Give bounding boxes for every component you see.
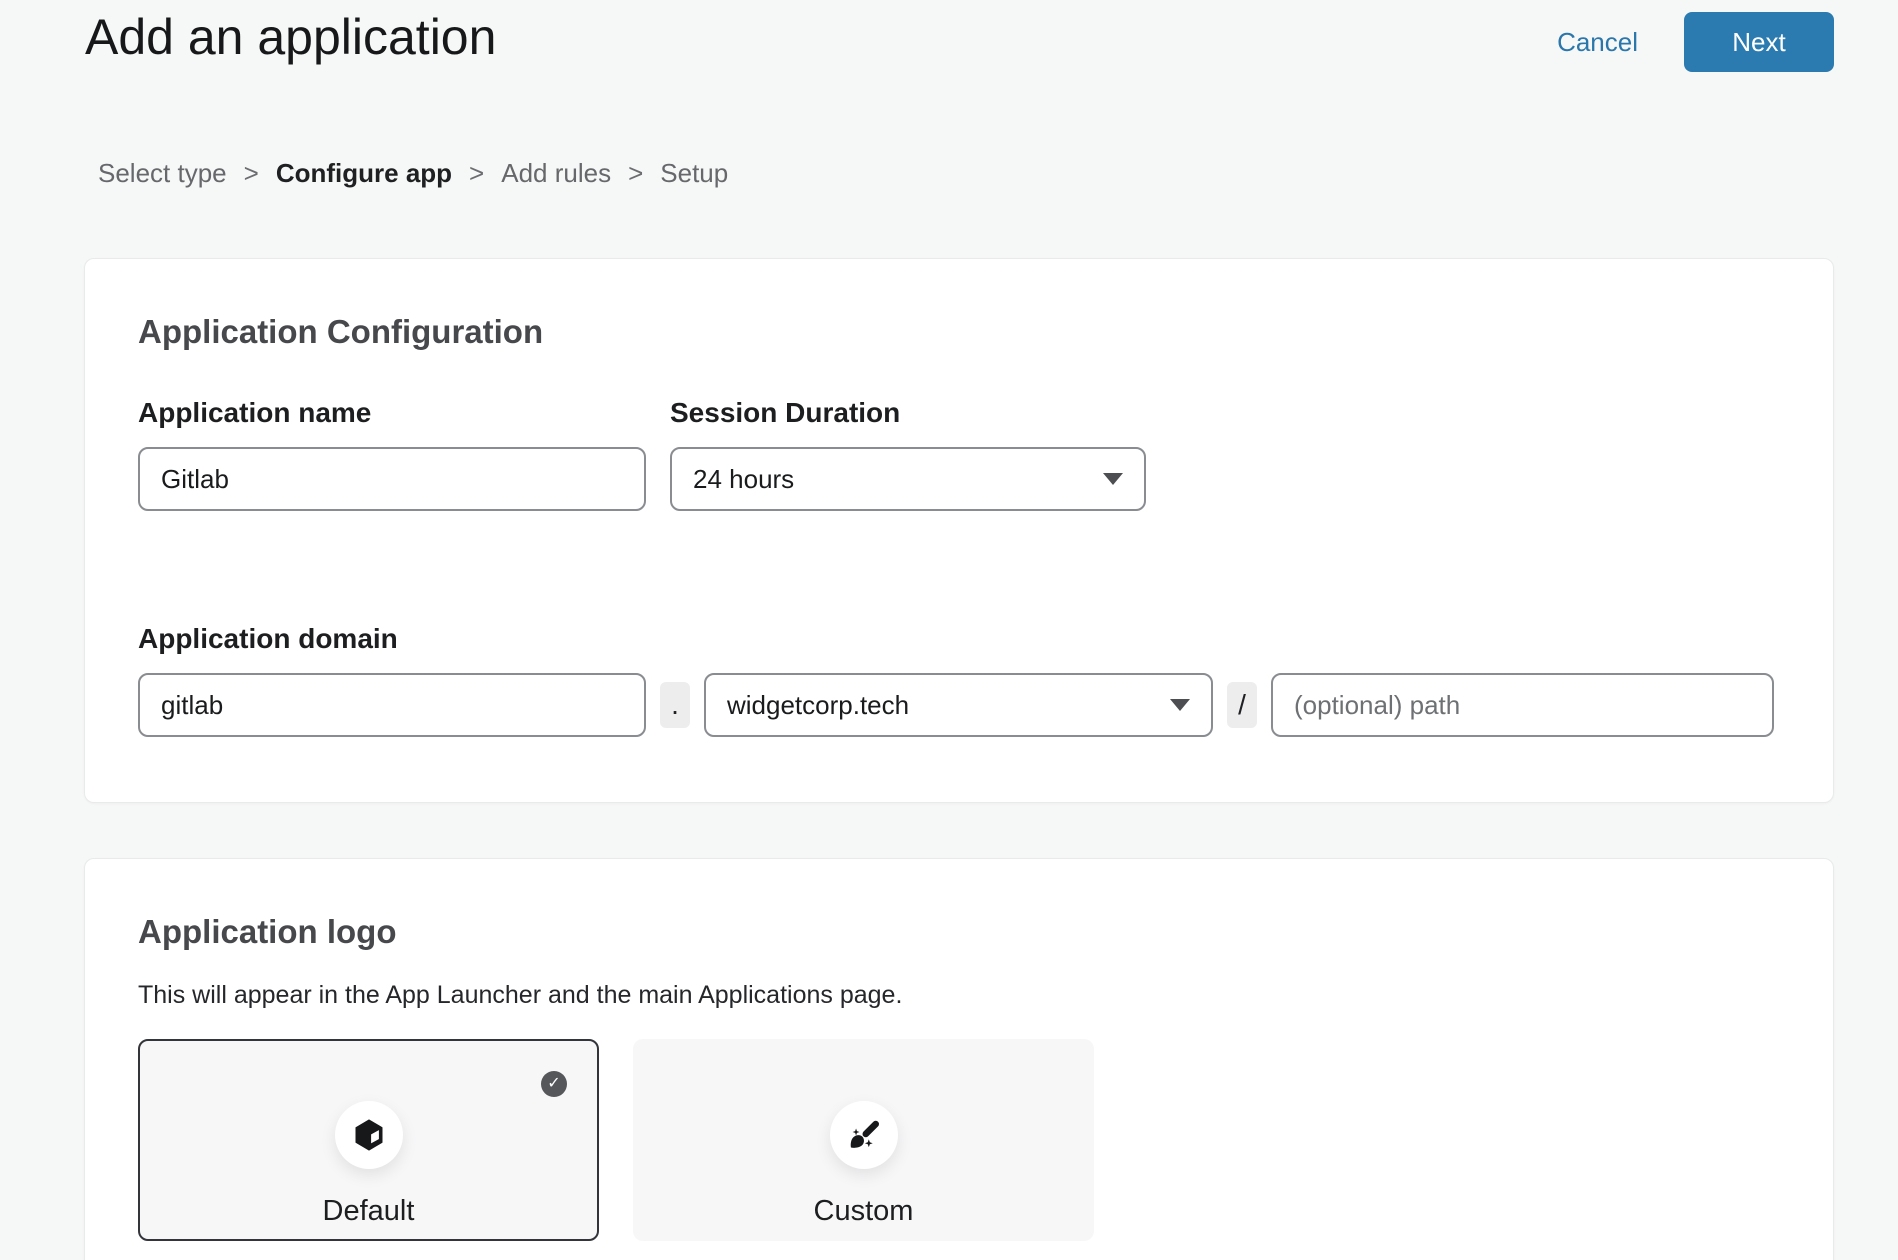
domain-select-value: widgetcorp.tech	[727, 690, 909, 721]
cube-icon	[351, 1117, 387, 1153]
session-duration-value: 24 hours	[693, 464, 794, 495]
page-title: Add an application	[85, 8, 496, 66]
logo-card-title: Application logo	[138, 913, 1774, 951]
path-input[interactable]	[1271, 673, 1774, 737]
application-domain-group: Application domain . widgetcorp.tech /	[138, 623, 1774, 737]
selected-check-icon: ✓	[541, 1071, 567, 1097]
logo-option-tiles: ✓ Default C	[138, 1039, 1774, 1241]
add-application-page: Add an application Cancel Next Select ty…	[0, 0, 1898, 1260]
breadcrumb-step-configure-app[interactable]: Configure app	[276, 158, 452, 189]
application-configuration-card: Application Configuration Application na…	[84, 258, 1834, 803]
custom-option-label: Custom	[635, 1195, 1092, 1228]
chevron-down-icon	[1103, 473, 1123, 485]
logo-card-description: This will appear in the App Launcher and…	[138, 981, 1774, 1010]
slash-separator: /	[1227, 682, 1257, 728]
breadcrumb-step-setup[interactable]: Setup	[660, 158, 728, 189]
breadcrumb-step-add-rules[interactable]: Add rules	[501, 158, 611, 189]
header-actions: Cancel Next	[1557, 12, 1834, 72]
application-name-input[interactable]	[138, 447, 646, 511]
application-domain-row: . widgetcorp.tech /	[138, 673, 1774, 737]
session-duration-group: Session Duration 24 hours	[670, 397, 1146, 511]
breadcrumb-step-select-type[interactable]: Select type	[98, 158, 227, 189]
custom-logo-circle	[830, 1101, 898, 1169]
breadcrumb-separator: >	[628, 158, 643, 189]
subdomain-input[interactable]	[138, 673, 646, 737]
chevron-down-icon	[1170, 699, 1190, 711]
application-name-label: Application name	[138, 397, 646, 429]
application-name-group: Application name	[138, 397, 646, 511]
breadcrumb-separator: >	[469, 158, 484, 189]
domain-select-wrap: widgetcorp.tech	[704, 673, 1213, 737]
cancel-button[interactable]: Cancel	[1557, 27, 1638, 58]
application-logo-card: Application logo This will appear in the…	[84, 858, 1834, 1260]
default-logo-circle	[335, 1101, 403, 1169]
configuration-card-title: Application Configuration	[138, 313, 1774, 351]
paintbrush-icon	[846, 1117, 882, 1153]
session-duration-select[interactable]: 24 hours	[670, 447, 1146, 511]
default-option-label: Default	[140, 1195, 597, 1228]
logo-option-custom[interactable]: Custom	[633, 1039, 1094, 1241]
application-domain-label: Application domain	[138, 623, 1774, 655]
subdomain-input-wrap	[138, 673, 646, 737]
breadcrumb: Select type > Configure app > Add rules …	[98, 158, 728, 189]
logo-option-default[interactable]: ✓ Default	[138, 1039, 599, 1241]
domain-select[interactable]: widgetcorp.tech	[704, 673, 1213, 737]
path-input-wrap	[1271, 673, 1774, 737]
dot-separator: .	[660, 682, 690, 728]
name-session-row: Application name Session Duration 24 hou…	[138, 397, 1774, 511]
breadcrumb-separator: >	[244, 158, 259, 189]
session-duration-label: Session Duration	[670, 397, 1146, 429]
next-button[interactable]: Next	[1684, 12, 1834, 72]
